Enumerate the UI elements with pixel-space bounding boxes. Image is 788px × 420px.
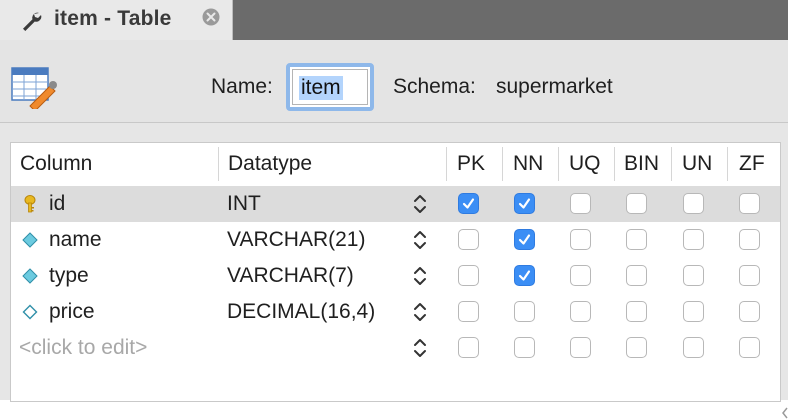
column-name[interactable]: id [49,186,65,222]
column-name[interactable]: type [49,258,89,294]
zf-checkbox[interactable] [739,229,760,250]
col-header-un[interactable]: UN [682,143,712,185]
nn-checkbox[interactable] [514,337,535,358]
columns-grid: Column Datatype PK NN UQ BIN UN ZF id IN… [10,142,781,402]
column-datatype[interactable]: INT [227,186,261,222]
name-label: Name: [211,75,273,98]
chevron-up-down-icon[interactable] [413,229,427,251]
table-row[interactable]: name VARCHAR(21) [11,222,780,258]
schema-value: supermarket [496,75,613,98]
header-divider [558,147,559,181]
nn-checkbox[interactable] [514,193,535,214]
col-header-bin[interactable]: BIN [624,143,659,185]
col-header-column[interactable]: Column [20,143,92,185]
zf-checkbox[interactable] [739,337,760,358]
table-name-value[interactable]: item [299,76,343,100]
bin-checkbox[interactable] [626,193,647,214]
col-header-datatype[interactable]: Datatype [228,143,312,185]
header-divider [614,147,615,181]
nn-checkbox[interactable] [514,229,535,250]
col-header-pk[interactable]: PK [457,143,485,185]
header-divider [727,147,728,181]
tab-item-table[interactable]: item - Table [0,0,233,40]
nn-checkbox[interactable] [514,265,535,286]
zf-checkbox[interactable] [739,193,760,214]
uq-checkbox[interactable] [570,229,591,250]
chevron-up-down-icon[interactable] [413,337,427,359]
uq-checkbox[interactable] [570,337,591,358]
column-filled-diamond-icon [22,232,38,248]
header-divider [671,147,672,181]
chevron-up-down-icon[interactable] [413,265,427,287]
table-row[interactable]: id INT [11,186,780,222]
columns-panel: Column Datatype PK NN UQ BIN UN ZF id IN… [0,123,788,419]
uq-checkbox[interactable] [570,265,591,286]
column-datatype[interactable]: DECIMAL(16,4) [227,294,375,330]
schema-label: Schema: [393,75,476,98]
pk-checkbox[interactable] [458,229,479,250]
nn-checkbox[interactable] [514,301,535,322]
pk-checkbox[interactable] [458,337,479,358]
uq-checkbox[interactable] [570,193,591,214]
bin-checkbox[interactable] [626,229,647,250]
wrench-icon [23,12,42,32]
pk-checkbox[interactable] [458,301,479,322]
new-column-row[interactable]: <click to edit> [11,330,780,366]
splitter-handle-icon[interactable] [781,406,788,420]
un-checkbox[interactable] [683,301,704,322]
col-header-uq[interactable]: UQ [569,143,601,185]
bin-checkbox[interactable] [626,265,647,286]
header-divider [218,147,219,181]
zf-checkbox[interactable] [739,301,760,322]
un-checkbox[interactable] [683,337,704,358]
grid-header: Column Datatype PK NN UQ BIN UN ZF [11,143,780,185]
header-divider [502,147,503,181]
col-header-zf[interactable]: ZF [739,143,765,185]
bin-checkbox[interactable] [626,301,647,322]
table-name-input[interactable]: item [286,63,374,111]
table-header: Name: item Schema: supermarket [0,40,788,123]
bin-checkbox[interactable] [626,337,647,358]
un-checkbox[interactable] [683,229,704,250]
tab-strip: item - Table [0,0,788,40]
header-divider [446,147,447,181]
column-name[interactable]: name [49,222,102,258]
tab-title: item - Table [54,7,172,30]
pk-checkbox[interactable] [458,265,479,286]
column-datatype[interactable]: VARCHAR(21) [227,222,365,258]
zf-checkbox[interactable] [739,265,760,286]
table-row[interactable]: price DECIMAL(16,4) [11,294,780,330]
table-edit-icon [11,67,57,109]
uq-checkbox[interactable] [570,301,591,322]
column-filled-diamond-icon [22,268,38,284]
col-header-nn[interactable]: NN [513,143,543,185]
un-checkbox[interactable] [683,265,704,286]
chevron-up-down-icon[interactable] [413,193,427,215]
pk-checkbox[interactable] [458,193,479,214]
un-checkbox[interactable] [683,193,704,214]
column-datatype[interactable]: VARCHAR(7) [227,258,354,294]
column-hollow-diamond-icon [22,304,38,320]
click-to-edit-placeholder[interactable]: <click to edit> [19,330,147,366]
column-name[interactable]: price [49,294,95,330]
table-row[interactable]: type VARCHAR(7) [11,258,780,294]
primary-key-icon [24,195,36,213]
close-circle-icon[interactable] [201,7,221,27]
chevron-up-down-icon[interactable] [413,301,427,323]
